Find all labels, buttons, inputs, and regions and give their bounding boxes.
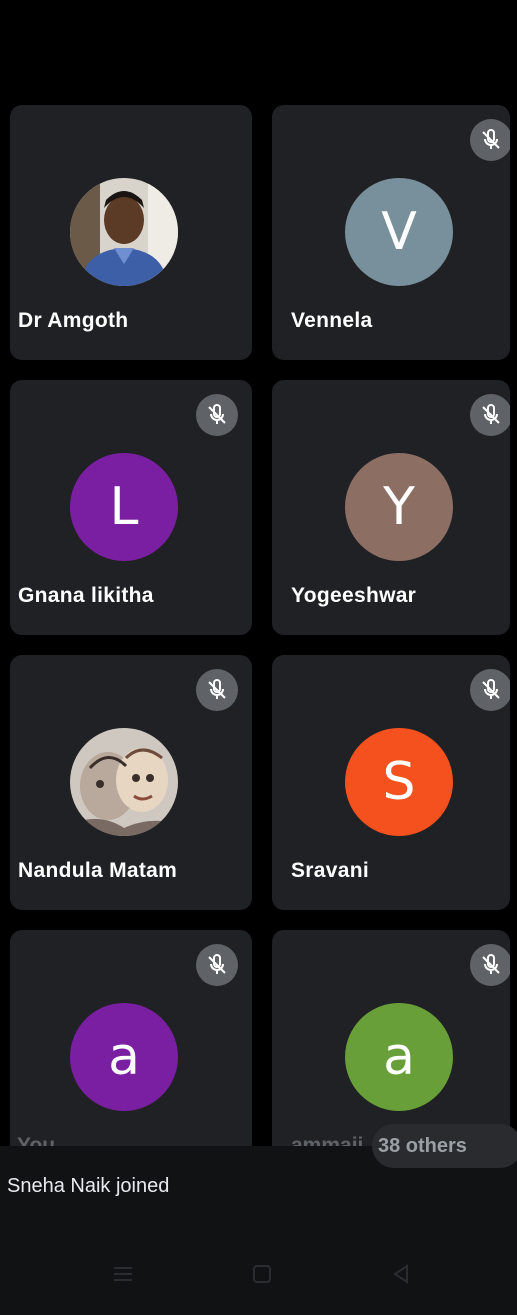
participant-avatar: L (70, 453, 178, 561)
participant-tile[interactable]: V Vennela (272, 105, 510, 360)
participant-name: Vennela (291, 309, 373, 332)
participant-photo (70, 178, 178, 286)
others-button[interactable]: 38 others (372, 1124, 517, 1168)
participant-name: Sravani (291, 859, 369, 882)
mic-off-icon (470, 669, 510, 711)
participant-tile[interactable]: a (10, 930, 252, 1160)
system-nav-bar (0, 1248, 517, 1298)
participant-tile[interactable]: S Sravani (272, 655, 510, 910)
participant-name: Nandula Matam (18, 859, 178, 882)
join-toast: Sneha Naik joined (7, 1175, 170, 1197)
mic-off-icon (196, 669, 238, 711)
participant-tile[interactable]: L Gnana likitha (10, 380, 252, 635)
mic-off-icon (196, 944, 238, 986)
participant-name: Yogeeshwar (291, 584, 417, 607)
mic-off-icon (196, 394, 238, 436)
others-label: 38 others (378, 1134, 467, 1157)
home-icon[interactable] (247, 1262, 277, 1286)
participant-avatar: a (70, 1003, 178, 1111)
mic-off-icon (470, 944, 510, 986)
participant-tile[interactable]: Y Yogeeshwar (272, 380, 510, 635)
participant-name: Gnana likitha (18, 584, 154, 607)
participant-avatar: S (345, 728, 453, 836)
participant-tile[interactable]: Dr Amgoth (10, 105, 252, 360)
mic-off-icon (470, 119, 510, 161)
mic-off-icon (470, 394, 510, 436)
back-icon[interactable] (386, 1262, 416, 1286)
participant-avatar: V (345, 178, 453, 286)
participant-avatar: Y (345, 453, 453, 561)
participant-name: Dr Amgoth (18, 309, 129, 332)
participant-avatar: a (345, 1003, 453, 1111)
meeting-screen: Dr Amgoth V Vennela L Gnana likitha Y Yo… (0, 0, 517, 1315)
participant-photo (70, 728, 178, 836)
menu-icon[interactable] (108, 1262, 138, 1286)
participant-tile[interactable]: Nandula Matam (10, 655, 252, 910)
